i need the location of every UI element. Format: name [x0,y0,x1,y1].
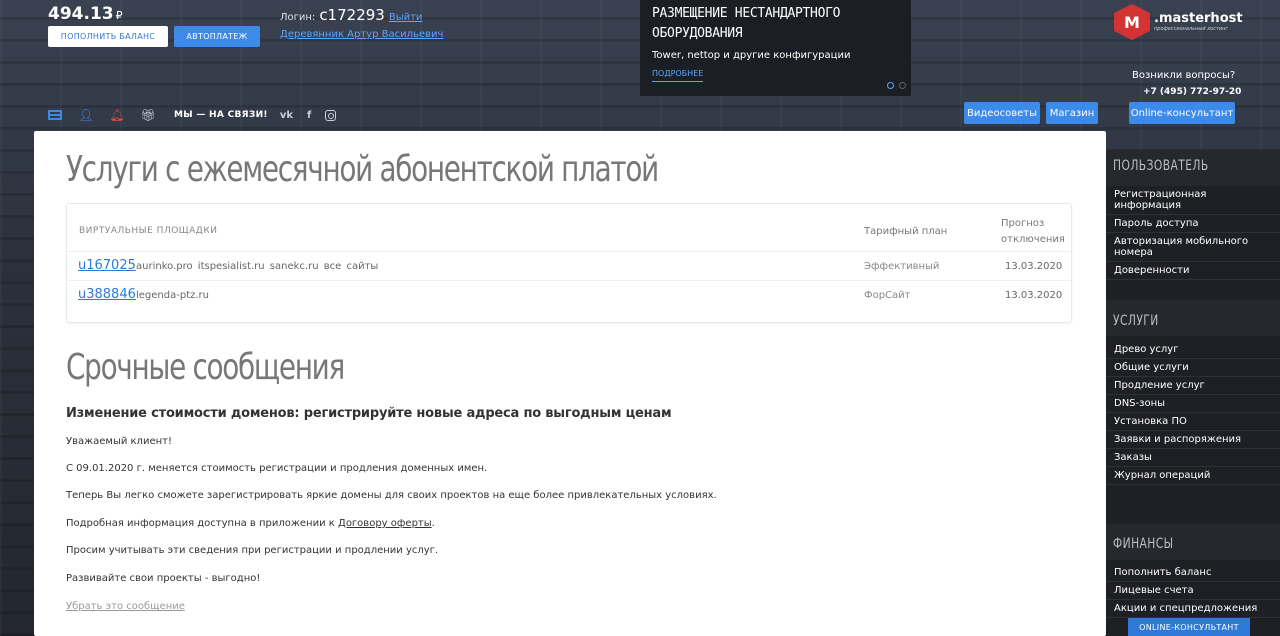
message-paragraph: С 09.01.2020 г. меняется стоимость регис… [66,463,488,474]
top-bar: 494.13 ₽ ПОПОЛНИТЬ БАЛАНС АВТОПЛАТЕЖ Логи… [0,0,1280,130]
message-paragraph: Просим учитывать эти сведения при регист… [66,545,439,556]
promo-title: РАЗМЕЩЕНИЕ НЕСТАНДАРТНОГО ОБОРУДОВАНИЯ [652,4,899,44]
finance-menu: Пополнить баланс Лицевые счета Акции и с… [1106,564,1280,618]
account-sites[interactable]: legenda-ptz.ru [136,290,209,301]
quick-icons: 👤︎ 🔔︎ 🎁︎ МЫ — НА СВЯЗИ! vk f [48,108,337,122]
message-paragraph: Развивайте свои проекты - выгодно! [66,573,261,584]
brand-logo[interactable]: M .masterhost профессиональный хостинг [1114,4,1243,40]
balance-currency: ₽ [115,9,123,22]
section-title-user: ПОЛЬЗОВАТЕЛЬ [1113,158,1209,174]
autopay-button[interactable]: АВТОПЛАТЕЖ [174,26,260,47]
table-row: u388846 legenda-ptz.ru ФорСайт 13.03.202… [67,280,1071,309]
col-header-forecast: Прогноз отключения [1001,218,1065,245]
services-menu: Древо услуг Общие услуги Продление услуг… [1106,341,1280,485]
sidebar-item-service-tree[interactable]: Древо услуг [1106,341,1280,359]
message-text: . [431,518,435,529]
sidebar-item-common-services[interactable]: Общие услуги [1106,359,1280,377]
table-row: u167025 aurinko.pro itspesialist.ru sane… [67,251,1071,280]
login-code: c172293 [319,6,385,24]
social-label: МЫ — НА СВЯЗИ! [174,110,268,120]
facebook-icon[interactable]: f [307,110,311,121]
help-question: Возникли вопросы? [1132,70,1236,81]
sidebar-item-mobile-auth[interactable]: Авторизация мобильного номера [1106,233,1280,262]
account-sites[interactable]: aurinko.pro itspesialist.ru sanekc.ru вс… [136,261,378,272]
offer-contract-link[interactable]: Договору оферты [338,518,432,529]
services-title: Услуги с ежемесячной абонентской платой [66,149,659,190]
message-text: Подробная информация доступна в приложен… [66,518,338,529]
hide-message-link[interactable]: Убрать это сообщение [66,601,185,612]
message-paragraph: Подробная информация доступна в приложен… [66,518,435,529]
section-title-services: УСЛУГИ [1113,313,1159,329]
promo-title-line1: РАЗМЕЩЕНИЕ НЕСТАНДАРТНОГО [652,6,841,21]
login-label: Логин: [280,12,316,23]
video-tips-button[interactable]: Видеосоветы [964,102,1040,124]
services-table: ВИРТУАЛЬНЫЕ ПЛОЩАДКИ Тарифный план Прогн… [66,203,1072,323]
login-info: Логин: c172293 Выйти [280,6,422,24]
user-icon[interactable]: 👤︎ [78,108,93,122]
user-name-link[interactable]: Деревянник Артур Васильевич [280,29,443,40]
help-phone: +7 (495) 772-97-20 [1143,87,1242,97]
account-link[interactable]: u388846 [78,287,136,302]
promo-banner: РАЗМЕЩЕНИЕ НЕСТАНДАРТНОГО ОБОРУДОВАНИЯ T… [640,0,911,96]
account-link[interactable]: u167025 [78,258,136,273]
col-header-sites: ВИРТУАЛЬНЫЕ ПЛОЩАДКИ [79,226,218,236]
sidebar-item-orders[interactable]: Заказы [1106,449,1280,467]
bottom-online-consultant-button[interactable]: ONLINE-КОНСУЛЬТАНТ [1128,618,1250,636]
message-paragraph: Теперь Вы легко сможете зарегистрировать… [66,490,717,501]
account-plan: Эффективный [864,261,940,272]
sidebar-item-renew-services[interactable]: Продление услуг [1106,377,1280,395]
sidebar-item-operations-log[interactable]: Журнал операций [1106,467,1280,485]
carousel-dots [887,82,906,89]
logout-link[interactable]: Выйти [389,12,423,23]
sidebar-item-install-software[interactable]: Установка ПО [1106,413,1280,431]
sidebar-item-topup-balance[interactable]: Пополнить баланс [1106,564,1280,582]
carousel-dot-1[interactable] [887,82,894,89]
right-sidebar: ПОЛЬЗОВАТЕЛЬ Регистрационная информация … [1106,150,1280,636]
col-header-plan: Тарифный план [864,226,948,237]
payment-card-icon[interactable] [48,108,62,122]
topup-button[interactable]: ПОПОЛНИТЬ БАЛАНС [48,26,168,47]
sidebar-item-proxies[interactable]: Доверенности [1106,262,1280,280]
sidebar-item-password[interactable]: Пароль доступа [1106,215,1280,233]
main-content: Услуги с ежемесячной абонентской платой … [34,131,1106,636]
logo-mark-icon: M [1114,4,1150,40]
section-title-finance: ФИНАНСЫ [1113,536,1174,552]
promo-title-line2: ОБОРУДОВАНИЯ [652,26,743,41]
sidebar-item-accounts[interactable]: Лицевые счета [1106,582,1280,600]
message-title: Изменение стоимости доменов: регистрируй… [66,406,672,421]
account-plan: ФорСайт [864,290,911,301]
account-forecast-date: 13.03.2020 [1005,290,1063,301]
gift-icon[interactable]: 🎁︎ [140,108,155,122]
message-paragraph: Уважаемый клиент! [66,436,172,447]
online-consultant-button[interactable]: Online-консультант [1129,102,1235,124]
instagram-icon[interactable] [325,109,337,121]
account-forecast-date: 13.03.2020 [1005,261,1063,272]
vk-icon[interactable]: vk [280,110,293,121]
bell-icon[interactable]: 🔔︎ [109,108,124,122]
sidebar-item-dns-zones[interactable]: DNS-зоны [1106,395,1280,413]
brand-tagline: профессиональный хостинг [1154,26,1229,32]
sidebar-item-requests[interactable]: Заявки и распоряжения [1106,431,1280,449]
sidebar-item-promotions[interactable]: Акции и спецпредложения [1106,600,1280,618]
promo-subtitle: Tower, nettop и другие конфигурации [652,50,851,61]
brand-name: .masterhost [1154,11,1243,26]
carousel-dot-2[interactable] [899,82,906,89]
logo-text: .masterhost профессиональный хостинг [1154,11,1243,33]
promo-more-link[interactable]: ПОДРОБНЕЕ [652,69,704,82]
urgent-title: Срочные сообщения [66,347,345,388]
user-menu: Регистрационная информация Пароль доступ… [1106,186,1280,280]
balance-value: 494.13 [48,4,114,24]
shop-button[interactable]: Магазин [1046,102,1098,124]
sidebar-item-registration[interactable]: Регистрационная информация [1106,186,1280,215]
balance: 494.13 ₽ [48,4,123,24]
